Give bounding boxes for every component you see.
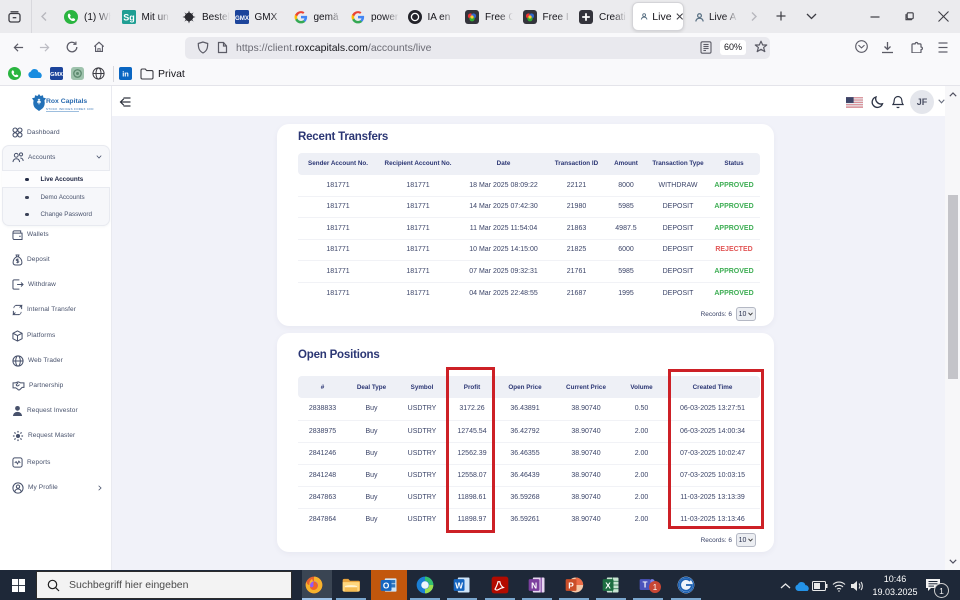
svg-text:Sg: Sg bbox=[123, 13, 135, 23]
svg-text:GMX: GMX bbox=[50, 72, 63, 78]
svg-text:O: O bbox=[383, 580, 390, 590]
svg-text:in: in bbox=[122, 70, 129, 79]
svg-text:P: P bbox=[568, 580, 574, 590]
svg-text:GMX: GMX bbox=[235, 15, 249, 22]
svg-text:W: W bbox=[455, 580, 463, 590]
svg-text:N: N bbox=[531, 580, 537, 590]
svg-text:T: T bbox=[643, 581, 648, 590]
svg-text:X: X bbox=[605, 580, 611, 590]
